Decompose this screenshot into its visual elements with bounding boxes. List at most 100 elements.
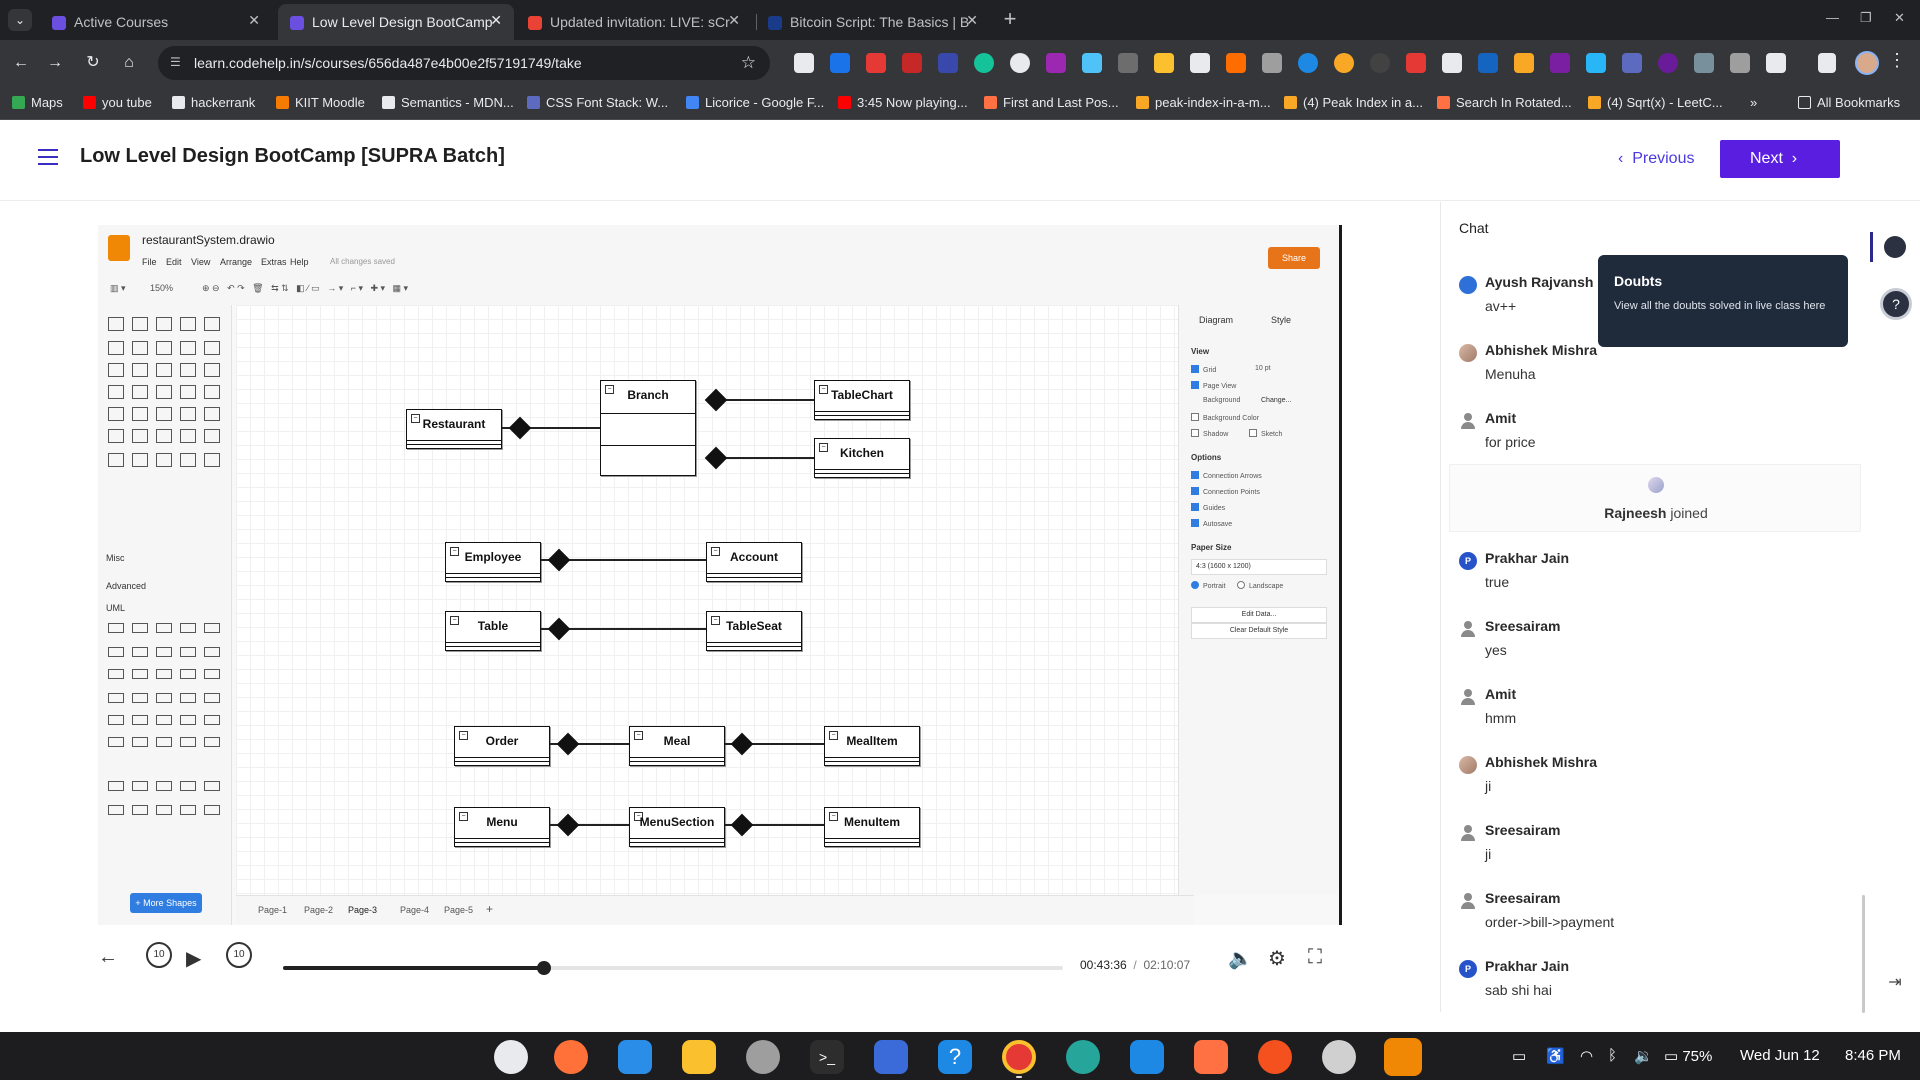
volume-tray-icon[interactable]: 🔉 (1634, 1047, 1653, 1065)
previous-button[interactable]: ‹ Previous (1618, 141, 1694, 177)
video-frame[interactable]: restaurantSystem.drawio File Edit View A… (98, 225, 1342, 925)
rewind-10-button[interactable]: 10 (146, 942, 172, 968)
extension-react-icon[interactable] (1010, 53, 1030, 73)
play-icon[interactable]: ▶ (186, 946, 201, 971)
home-icon[interactable]: ⌂ (118, 52, 140, 74)
tab-close-icon[interactable]: ✕ (966, 12, 978, 29)
seek-handle[interactable] (537, 961, 552, 975)
chat-bubble-icon[interactable] (1884, 236, 1906, 258)
forward-icon[interactable]: → (44, 52, 66, 74)
bookmark-licorice-google-fonts[interactable]: Licorice - Google F... (686, 95, 824, 110)
doubts-question-icon[interactable]: ? (1880, 288, 1912, 320)
extension-record-icon[interactable] (1406, 53, 1426, 73)
all-bookmarks[interactable]: All Bookmarks (1798, 95, 1900, 110)
settings-app-icon[interactable] (746, 1040, 780, 1074)
extension-diamond-icon[interactable] (1262, 53, 1282, 73)
bookmark-first-last-pos[interactable]: First and Last Pos... (984, 95, 1119, 110)
tab-search-button[interactable]: ⌄ (8, 9, 32, 31)
bookmark-sqrt[interactable]: (4) Sqrt(x) - LeetC... (1588, 95, 1723, 110)
extension-grammarly-icon[interactable] (974, 53, 994, 73)
wifi-icon[interactable]: ◠ (1580, 1047, 1593, 1065)
volume-icon[interactable]: 🔈 (1228, 946, 1253, 971)
extensions-puzzle-icon[interactable] (1766, 53, 1786, 73)
tab-gmail-invitation[interactable]: Updated invitation: LIVE: sCr ✕ (516, 4, 752, 40)
extension-c-icon[interactable] (1298, 53, 1318, 73)
bookmark-kiit-moodle[interactable]: KIIT Moodle (276, 95, 365, 110)
extension-dark-icon[interactable] (1370, 53, 1390, 73)
extension-abp-icon[interactable] (902, 53, 922, 73)
tab-active-courses[interactable]: Active Courses ✕ (40, 4, 272, 40)
bookmark-semantics-mdn[interactable]: Semantics - MDN... (382, 95, 514, 110)
profile-avatar[interactable] (1855, 51, 1879, 75)
bookmark-search-rotated[interactable]: Search In Rotated... (1437, 95, 1572, 110)
more-bookmarks-button[interactable]: » (1750, 95, 1757, 110)
document-icon[interactable] (874, 1040, 908, 1074)
reading-list-icon[interactable] (1818, 53, 1836, 73)
extension-leaf-icon[interactable] (1442, 53, 1462, 73)
vscode-icon[interactable] (1130, 1040, 1164, 1074)
extension-brave-icon[interactable] (794, 53, 814, 73)
mail-icon[interactable] (618, 1040, 652, 1074)
launcher-icon[interactable] (494, 1040, 528, 1074)
extension-bolt-icon[interactable] (1730, 53, 1750, 73)
tab-bitcoin-script[interactable]: Bitcoin Script: The Basics | B ✕ (756, 4, 990, 40)
restore-icon[interactable]: ❐ (1860, 10, 1872, 26)
extension-bird-icon[interactable] (1586, 53, 1606, 73)
terminal-icon[interactable]: >_ (810, 1040, 844, 1074)
exit-icon[interactable]: ⇥ (1884, 972, 1906, 994)
extension-box-icon[interactable] (1622, 53, 1642, 73)
bookmark-peak-index[interactable]: peak-index-in-a-m... (1136, 95, 1271, 110)
files-icon[interactable] (682, 1040, 716, 1074)
extension-chat-icon[interactable] (1694, 53, 1714, 73)
extension-red-icon[interactable] (866, 53, 886, 73)
url-text[interactable]: learn.codehelp.in/s/courses/656da487e4b0… (194, 55, 582, 71)
accessibility-icon[interactable]: ♿ (1546, 1047, 1565, 1065)
extension-circle-icon[interactable] (1658, 53, 1678, 73)
bookmark-youtube[interactable]: you tube (83, 95, 152, 110)
tab-low-level-design[interactable]: Low Level Design BootCamp ✕ (278, 4, 514, 40)
clock-display[interactable]: 8:46 PM (1845, 1047, 1901, 1064)
settings-gear-icon[interactable]: ⚙ (1268, 946, 1286, 971)
bookmark-now-playing[interactable]: 3:45 Now playing... (838, 95, 968, 110)
fullscreen-icon[interactable]: ⛶ (1308, 946, 1322, 969)
extension-folder-icon[interactable] (1514, 53, 1534, 73)
bookmark-peak-index-2[interactable]: (4) Peak Index in a... (1284, 95, 1423, 110)
tab-close-icon[interactable]: ✕ (490, 12, 502, 29)
shop-icon[interactable] (1194, 1040, 1228, 1074)
close-window-icon[interactable]: ✕ (1894, 10, 1905, 26)
menu-icon[interactable] (38, 149, 58, 165)
firefox-icon[interactable] (554, 1040, 588, 1074)
address-bar[interactable]: ☰ learn.codehelp.in/s/courses/656da487e4… (158, 46, 770, 80)
battery-status[interactable]: ▭ 75% (1664, 1047, 1712, 1065)
date-display[interactable]: Wed Jun 12 (1740, 1047, 1820, 1064)
minimize-icon[interactable]: — (1826, 10, 1839, 25)
back-icon[interactable]: ← (10, 52, 32, 74)
forward-10-button[interactable]: 10 (226, 942, 252, 968)
extension-orange-icon[interactable] (1226, 53, 1246, 73)
extension-cursor-icon[interactable] (938, 53, 958, 73)
chrome-icon[interactable] (1002, 1040, 1036, 1074)
bluetooth-icon[interactable]: ᛒ (1608, 1047, 1617, 1064)
tab-close-icon[interactable]: ✕ (248, 12, 260, 29)
extension-pencil-icon[interactable] (1154, 53, 1174, 73)
bookmark-star-icon[interactable]: ☆ (741, 53, 756, 73)
drawio-app-icon[interactable] (1384, 1038, 1422, 1076)
extension-window-icon[interactable] (1190, 53, 1210, 73)
site-info-icon[interactable]: ☰ (170, 55, 186, 71)
tab-close-icon[interactable]: ✕ (728, 12, 740, 29)
back-arrow-icon[interactable]: ← (98, 946, 118, 969)
extension-pen-icon[interactable] (830, 53, 850, 73)
seek-bar[interactable] (283, 961, 1063, 975)
edge-icon[interactable] (1066, 1040, 1100, 1074)
reload-icon[interactable]: ↻ (82, 52, 104, 74)
screen-icon[interactable]: ▭ (1512, 1047, 1526, 1065)
timer-icon[interactable] (1322, 1040, 1356, 1074)
vlc-icon[interactable] (1258, 1040, 1292, 1074)
extension-rocket-icon[interactable] (1550, 53, 1570, 73)
chat-scrollbar[interactable] (1862, 895, 1865, 1013)
bookmark-maps[interactable]: Maps (12, 95, 63, 110)
help-icon[interactable]: ? (938, 1040, 972, 1074)
extension-capture-icon[interactable] (1082, 53, 1102, 73)
browser-menu-icon[interactable]: ⋮ (1888, 50, 1906, 71)
new-tab-button[interactable]: + (996, 6, 1024, 34)
